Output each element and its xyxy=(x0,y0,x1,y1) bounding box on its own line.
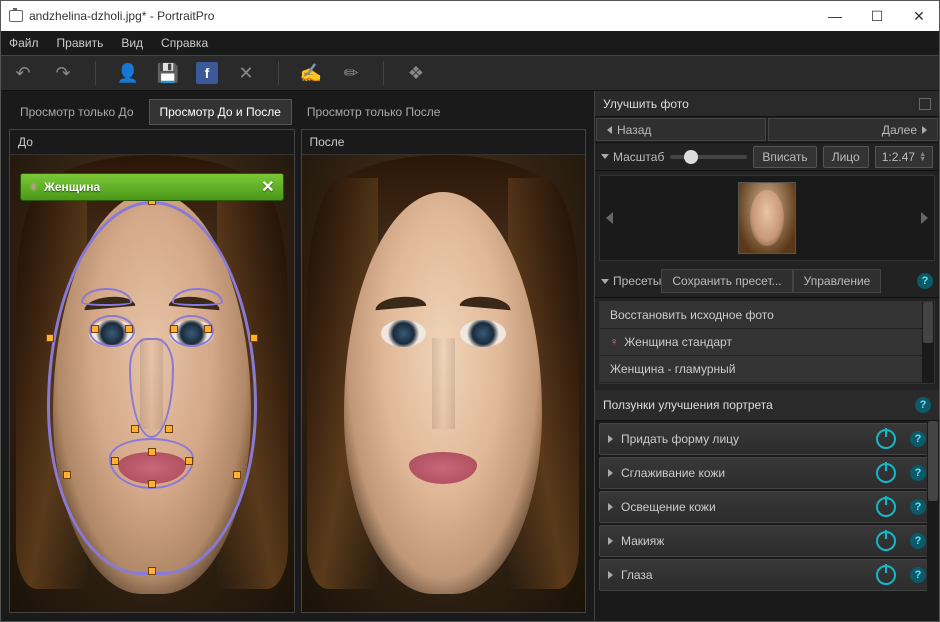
after-panel: После xyxy=(301,129,587,613)
enhance-title: Улучшить фото xyxy=(603,97,689,111)
venus-icon: ♀ xyxy=(610,336,618,348)
sliders-header: Ползунки улучшения портрета ? xyxy=(595,390,939,421)
control-eyes[interactable]: Глаза? xyxy=(599,559,935,591)
close-button[interactable]: ✕ xyxy=(907,4,931,28)
control-point[interactable] xyxy=(233,471,241,479)
control-point[interactable] xyxy=(165,425,173,433)
menu-file[interactable]: Файл xyxy=(9,36,39,50)
help-icon[interactable]: ? xyxy=(917,273,933,289)
before-panel: До xyxy=(9,129,295,613)
help-icon[interactable]: ? xyxy=(910,533,926,549)
control-point[interactable] xyxy=(148,567,156,575)
scrollbar[interactable] xyxy=(922,302,934,383)
thumbnail-strip[interactable] xyxy=(599,175,935,261)
help-icon[interactable]: ? xyxy=(910,567,926,583)
control-skin-smoothing[interactable]: Сглаживание кожи? xyxy=(599,457,935,489)
control-point[interactable] xyxy=(46,334,54,342)
power-icon[interactable] xyxy=(876,565,896,585)
menubar: Файл Править Вид Справка xyxy=(1,31,939,55)
preset-list: Восстановить исходное фото ♀Женщина стан… xyxy=(599,301,935,384)
control-face-shape[interactable]: Придать форму лицу? xyxy=(599,423,935,455)
minimize-button[interactable]: — xyxy=(823,4,847,28)
delete-icon[interactable]: ✕ xyxy=(234,61,258,85)
help-icon[interactable]: ? xyxy=(910,499,926,515)
fit-button[interactable]: Вписать xyxy=(753,146,816,168)
control-point[interactable] xyxy=(148,480,156,488)
tab-before-after[interactable]: Просмотр До и После xyxy=(149,99,292,125)
app-icon xyxy=(9,10,23,22)
scrollbar[interactable] xyxy=(927,421,939,621)
after-label: После xyxy=(302,130,586,155)
menu-view[interactable]: Вид xyxy=(121,36,143,50)
before-label: До xyxy=(10,130,294,155)
back-button[interactable]: Назад xyxy=(596,118,766,141)
tab-before-only[interactable]: Просмотр только До xyxy=(9,99,145,125)
control-point[interactable] xyxy=(111,457,119,465)
layers-icon[interactable]: ❖ xyxy=(404,61,428,85)
before-image[interactable]: ♀ Женщина ✕ xyxy=(10,155,294,612)
menu-help[interactable]: Справка xyxy=(161,36,208,50)
save-preset-button[interactable]: Сохранить пресет... xyxy=(661,269,792,293)
control-point[interactable] xyxy=(63,471,71,479)
menu-edit[interactable]: Править xyxy=(57,36,104,50)
control-point[interactable] xyxy=(148,448,156,456)
brush-add-icon[interactable]: ✍ xyxy=(299,61,323,85)
presets-dropdown[interactable]: Пресеты xyxy=(601,274,661,288)
after-image[interactable] xyxy=(302,155,586,612)
control-point[interactable] xyxy=(204,325,212,333)
tab-after-only[interactable]: Просмотр только После xyxy=(296,99,452,125)
zoom-ratio[interactable]: 1:2.47▲▼ xyxy=(875,146,933,168)
venus-icon: ♀ xyxy=(29,180,38,194)
controls-list: Придать форму лицу? Сглаживание кожи? Ос… xyxy=(595,421,939,621)
redo-icon[interactable]: ↷ xyxy=(51,61,75,85)
control-point[interactable] xyxy=(170,325,178,333)
brush-remove-icon[interactable]: ✏ xyxy=(339,61,363,85)
window-title: andzhelina-dzholi.jpg* - PortraitPro xyxy=(29,9,823,23)
preset-item[interactable]: Восстановить исходное фото xyxy=(600,302,934,329)
help-icon[interactable]: ? xyxy=(915,397,931,413)
maximize-button[interactable]: ☐ xyxy=(865,4,889,28)
gender-tag: ♀ Женщина ✕ xyxy=(20,173,284,201)
preset-item[interactable]: Женщина - гламурный xyxy=(600,356,934,383)
control-makeup[interactable]: Макияж? xyxy=(599,525,935,557)
preset-item[interactable]: ♀Женщина стандарт xyxy=(600,329,934,356)
control-skin-lighting[interactable]: Освещение кожи? xyxy=(599,491,935,523)
zoom-dropdown[interactable]: Масштаб xyxy=(601,150,664,164)
facebook-icon[interactable]: f xyxy=(196,62,218,84)
control-point[interactable] xyxy=(91,325,99,333)
gender-close-icon[interactable]: ✕ xyxy=(261,177,274,197)
face-thumbnail[interactable] xyxy=(738,182,796,254)
control-point[interactable] xyxy=(250,334,258,342)
control-point[interactable] xyxy=(185,457,193,465)
next-button[interactable]: Далее xyxy=(768,118,938,141)
toolbar: ↶ ↷ 👤 💾 f ✕ ✍ ✏ ❖ xyxy=(1,55,939,91)
manage-presets-button[interactable]: Управление xyxy=(793,269,882,293)
view-tabs: Просмотр только До Просмотр До и После П… xyxy=(9,99,586,125)
help-icon[interactable]: ? xyxy=(910,431,926,447)
power-icon[interactable] xyxy=(876,497,896,517)
controls-panel: Улучшить фото Назад Далее Масштаб Вписат… xyxy=(594,91,939,621)
titlebar: andzhelina-dzholi.jpg* - PortraitPro — ☐… xyxy=(1,1,939,31)
save-icon[interactable]: 💾 xyxy=(156,61,180,85)
power-icon[interactable] xyxy=(876,429,896,449)
face-button[interactable]: Лицо xyxy=(823,146,869,168)
zoom-slider[interactable] xyxy=(670,155,747,159)
help-icon[interactable]: ? xyxy=(910,465,926,481)
power-icon[interactable] xyxy=(876,463,896,483)
gender-label: Женщина xyxy=(44,180,100,194)
add-person-icon[interactable]: 👤 xyxy=(116,61,140,85)
undo-icon[interactable]: ↶ xyxy=(11,61,35,85)
expand-icon[interactable] xyxy=(919,98,931,110)
workspace: Просмотр только До Просмотр До и После П… xyxy=(1,91,594,621)
control-point[interactable] xyxy=(131,425,139,433)
enhance-header: Улучшить фото xyxy=(595,91,939,117)
power-icon[interactable] xyxy=(876,531,896,551)
control-point[interactable] xyxy=(125,325,133,333)
